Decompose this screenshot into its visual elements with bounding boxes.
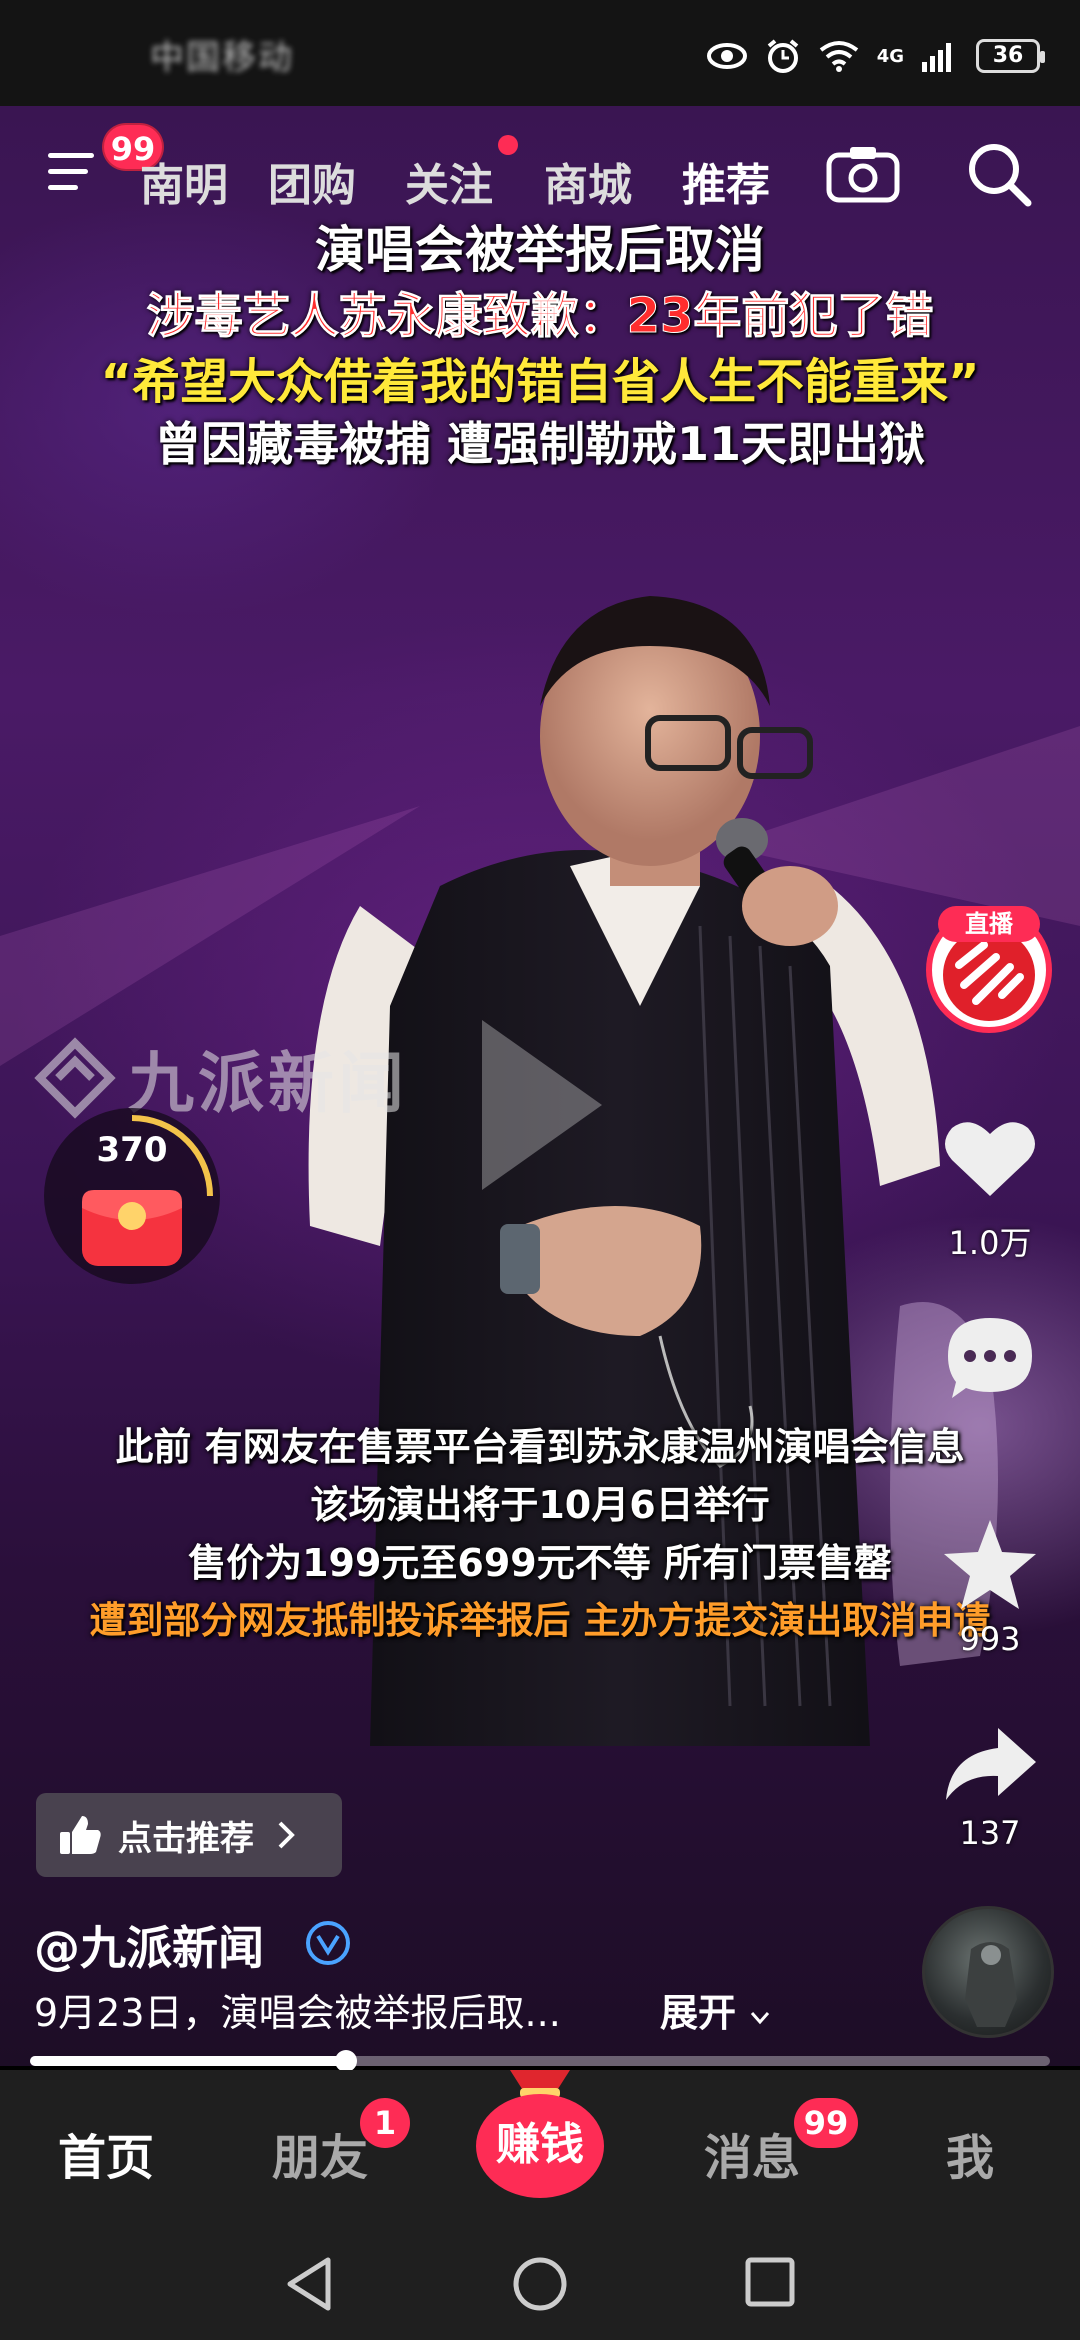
star-icon[interactable] [940,1514,1040,1614]
status-icons: 4G 36 [706,38,1045,74]
tab-local[interactable]: 南明 [140,149,228,213]
chevron-down-icon [751,2012,770,2025]
tab-earn[interactable]: 赚钱 [470,2108,610,2172]
headline-line-3: “希望大众借着我的错自省人生不能重来” [100,354,980,410]
robot-figure-icon [965,1942,1017,2027]
like-count: 1.0万 [948,1224,1032,1262]
share-count: 137 [959,1814,1021,1852]
tab-messages[interactable]: 消息 [704,2118,800,2188]
system-navigation-bar [0,2226,1080,2340]
chevron-right-icon [278,1821,295,1849]
comment-icon[interactable] [940,1308,1040,1408]
video-captions: 此前 有网友在售票平台看到苏永康温州演唱会信息 该场演出将于10月6日举行 售价… [0,1416,1080,1648]
tab-me[interactable]: 我 [946,2118,994,2188]
tab-group-buy[interactable]: 团购 [268,149,356,213]
caption-line-3: 售价为199元至699元不等 所有门票售罄 [188,1541,892,1585]
video-headline: 演唱会被举报后取消 涉毒艺人苏永康致歉：23年前犯了错 “希望大众借着我的错自省… [0,210,1080,474]
headline-line-1: 演唱会被举报后取消 [315,221,765,279]
video-description[interactable]: 9月23日，演唱会被举报后取... [34,1982,561,2037]
red-packet-icon [82,1190,182,1266]
author-name[interactable]: @九派新闻 [34,1912,264,1978]
live-label: 直播 [938,906,1040,942]
signal-icon [922,43,951,72]
battery-indicator: 36 [976,39,1045,73]
home-icon[interactable] [512,2256,568,2312]
menu-button[interactable] [48,153,104,199]
status-bar: 中国移动 4G 36 [0,0,1080,106]
camera-icon[interactable] [826,145,900,203]
following-dot [498,135,518,155]
expand-button[interactable]: 展开 [660,1982,771,2037]
caption-line-2: 该场演出将于10月6日举行 [310,1483,770,1527]
caption-line-1: 此前 有网友在售票平台看到苏永康温州演唱会信息 [115,1425,965,1469]
friends-badge: 1 [360,2098,410,2148]
top-navigation: 99 南明 团购 关注 商城 推荐 [0,123,1080,211]
thumbs-up-icon [60,1816,101,1854]
favorite-count: 993 [959,1620,1021,1658]
play-icon[interactable] [462,1010,612,1200]
heart-icon[interactable] [940,1108,1040,1208]
progress-fill [30,2056,347,2066]
headline-line-2: 涉毒艺人苏永康致歉：23年前犯了错 [146,288,934,345]
recommend-label: 点击推荐 [118,1818,254,1859]
recommend-chip[interactable]: 点击推荐 [36,1793,342,1877]
recents-icon[interactable] [744,2256,796,2308]
wifi-icon [819,41,858,72]
search-icon[interactable] [964,139,1034,209]
bottom-tab-bar: 首页 朋友 1 赚钱 消息 99 我 [0,2070,1080,2226]
eye-icon [706,43,747,69]
progress-knob[interactable] [335,2050,358,2072]
tab-mall[interactable]: 商城 [544,149,632,213]
messages-badge: 99 [794,2098,858,2148]
alarm-icon [767,39,798,73]
expand-label: 展开 [660,1991,737,2035]
network-type: 4G [876,45,904,67]
tab-friends[interactable]: 朋友 [272,2118,368,2188]
music-disc-avatar[interactable] [922,1906,1054,2038]
headline-line-4: 曾因藏毒被捕 遭强制勒戒11天即出狱 [154,417,926,471]
share-icon[interactable] [940,1714,1040,1814]
tab-following[interactable]: 关注 [405,149,493,213]
tab-recommend[interactable]: 推荐 [682,149,770,213]
red-packet-count: 370 [96,1130,168,1170]
red-packet-widget[interactable]: 370 [44,1108,220,1284]
carrier-label: 中国移动 [150,38,294,78]
verified-badge-icon [306,1921,350,1965]
tab-home[interactable]: 首页 [58,2118,154,2188]
back-icon[interactable] [284,2256,334,2312]
